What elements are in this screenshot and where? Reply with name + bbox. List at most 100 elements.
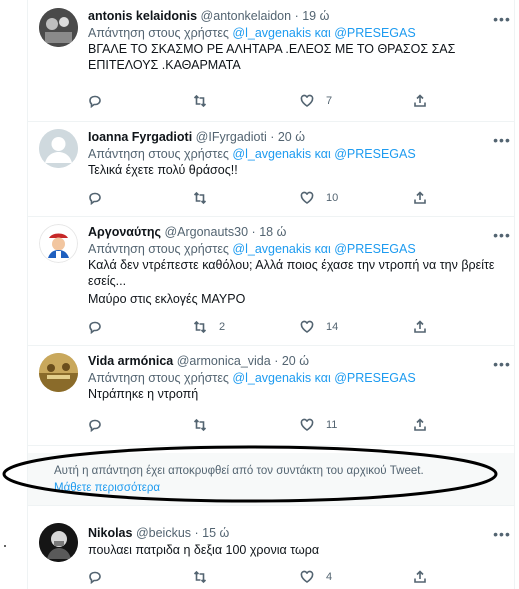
share-button[interactable] [413, 318, 427, 336]
more-icon[interactable]: ••• [492, 527, 512, 543]
mention-link[interactable]: @l_avgenakis [232, 242, 311, 256]
more-icon[interactable]: ••• [492, 357, 512, 373]
reply-icon [89, 571, 101, 584]
tweet-content: Nikolas @beickus · 15 ώ πουλαει πατριδα … [88, 525, 504, 558]
more-icon[interactable]: ••• [492, 133, 512, 149]
retweet-button[interactable] [193, 416, 219, 434]
avatar[interactable] [39, 8, 78, 47]
timestamp[interactable]: 20 ώ [278, 130, 305, 144]
tweet-text: πουλαει πατριδα η δεξια 100 χρονια τωρα [88, 543, 320, 557]
retweet-icon [193, 320, 207, 334]
reply-button[interactable] [88, 92, 114, 110]
like-button[interactable]: 10 [300, 189, 338, 207]
author-name[interactable]: Vida armónica [88, 354, 173, 368]
annotation-ellipse [2, 445, 498, 503]
timestamp[interactable]: 19 ώ [302, 9, 329, 23]
like-count: 10 [326, 192, 339, 204]
retweet-icon [193, 418, 207, 432]
tweet[interactable]: Nikolas @beickus · 15 ώ πουλαει πατριδα … [28, 513, 514, 589]
like-button[interactable]: 7 [300, 92, 332, 110]
mention-link[interactable]: @PRESEGAS [334, 371, 415, 385]
more-icon[interactable]: ••• [492, 228, 512, 244]
share-icon [414, 191, 426, 204]
mention-link[interactable]: @PRESEGAS [334, 147, 415, 161]
author-handle[interactable]: @IFyrgadioti [196, 130, 267, 144]
action-bar: 2 14 [88, 318, 448, 336]
author-handle[interactable]: @beickus [136, 526, 191, 540]
reply-button[interactable] [88, 189, 114, 207]
tweet[interactable]: Vida armónica @armonica_vida · 20 ώ Απάν… [28, 345, 514, 446]
more-icon[interactable]: ••• [492, 12, 512, 28]
retweet-button[interactable]: 2 [193, 318, 225, 336]
author-name[interactable]: Αργοναύτης [88, 225, 161, 239]
separator-dot: · [251, 225, 256, 239]
like-button[interactable]: 11 [300, 416, 337, 434]
reply-icon [89, 419, 101, 432]
author-name[interactable]: antonis kelaidonis [88, 9, 197, 23]
reply-context: Απάντηση στους χρήστες @l_avgenakis και … [88, 370, 504, 386]
mention-conjunction[interactable]: και [315, 371, 331, 385]
mention-conjunction[interactable]: και [315, 147, 331, 161]
share-icon [414, 418, 426, 431]
share-icon [414, 570, 426, 583]
share-button[interactable] [413, 189, 427, 207]
stray-mark [4, 545, 6, 547]
author-handle[interactable]: @armonica_vida [177, 354, 271, 368]
reply-icon [89, 321, 101, 334]
retweet-button[interactable] [193, 92, 219, 110]
author-name[interactable]: Ioanna Fyrgadioti [88, 130, 192, 144]
reply-button[interactable] [88, 416, 114, 434]
separator-dot: · [194, 526, 199, 540]
heart-icon [300, 320, 314, 333]
action-bar: 7 [88, 92, 448, 110]
avatar[interactable] [39, 353, 78, 392]
avatar[interactable] [39, 224, 78, 263]
reply-prefix: Απάντηση στους χρήστες [88, 371, 229, 385]
mention-link[interactable]: @PRESEGAS [334, 26, 415, 40]
tweet[interactable]: Ioanna Fyrgadioti @IFyrgadioti · 20 ώ Απ… [28, 121, 514, 217]
reply-prefix: Απάντηση στους χρήστες [88, 147, 229, 161]
timestamp[interactable]: 15 ώ [202, 526, 229, 540]
action-bar: 11 [88, 416, 448, 434]
reply-button[interactable] [88, 568, 114, 586]
share-button[interactable] [413, 416, 427, 434]
mention-link[interactable]: @l_avgenakis [232, 147, 311, 161]
share-button[interactable] [413, 568, 427, 586]
timestamp[interactable]: 20 ώ [282, 354, 309, 368]
tweet[interactable]: Αργοναύτης @Argonauts30 · 18 ώ Απάντηση … [28, 216, 514, 346]
timestamp[interactable]: 18 ώ [259, 225, 286, 239]
tweet-content: Αργοναύτης @Argonauts30 · 18 ώ Απάντηση … [88, 224, 504, 307]
avatar[interactable] [39, 129, 78, 168]
heart-icon [300, 191, 314, 204]
like-button[interactable]: 14 [300, 318, 338, 336]
tweet-content: Vida armónica @armonica_vida · 20 ώ Απάν… [88, 353, 504, 402]
mention-link[interactable]: @l_avgenakis [232, 371, 311, 385]
retweet-button[interactable] [193, 189, 219, 207]
avatar[interactable] [39, 523, 78, 562]
author-handle[interactable]: @antonkelaidon [201, 9, 292, 23]
tweet-content: Ioanna Fyrgadioti @IFyrgadioti · 20 ώ Απ… [88, 129, 504, 178]
tweet-text: Τελικά έχετε πολύ θράσος!! [88, 163, 238, 177]
retweet-icon [193, 94, 207, 108]
separator-dot: · [294, 9, 299, 23]
like-button[interactable]: 4 [300, 568, 332, 586]
separator-dot: · [274, 354, 279, 368]
author-handle[interactable]: @Argonauts30 [164, 225, 248, 239]
reply-button[interactable] [88, 318, 114, 336]
like-count: 4 [326, 571, 333, 583]
share-icon [414, 94, 426, 107]
mention-conjunction[interactable]: και [315, 242, 331, 256]
share-button[interactable] [413, 92, 427, 110]
reply-context: Απάντηση στους χρήστες @l_avgenakis και … [88, 241, 504, 257]
heart-icon [300, 418, 314, 431]
action-bar: 10 [88, 189, 448, 207]
mention-conjunction[interactable]: και [315, 26, 331, 40]
mention-link[interactable]: @l_avgenakis [232, 26, 311, 40]
tweet[interactable]: antonis kelaidonis @antonkelaidon · 19 ώ… [28, 0, 514, 122]
heart-icon [300, 94, 314, 107]
retweet-button[interactable] [193, 568, 219, 586]
reply-icon [89, 192, 101, 205]
author-name[interactable]: Nikolas [88, 526, 132, 540]
mention-link[interactable]: @PRESEGAS [334, 242, 415, 256]
like-count: 11 [326, 419, 338, 431]
